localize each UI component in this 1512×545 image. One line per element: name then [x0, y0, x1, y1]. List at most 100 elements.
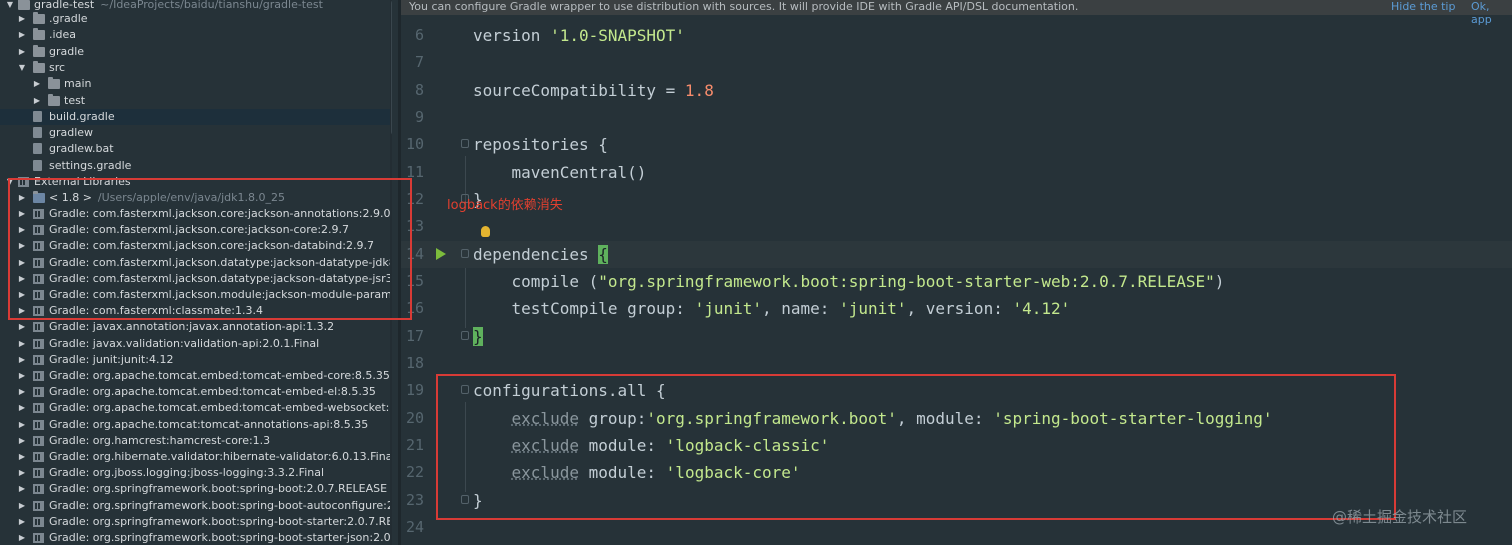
tree-item[interactable]: ▶ main: [0, 76, 392, 92]
library-item[interactable]: ▶ Gradle: org.apache.tomcat.embed:tomcat-…: [0, 368, 392, 384]
library-item[interactable]: ▶ Gradle: org.hibernate.validator:hiberna…: [0, 449, 392, 465]
tree-item[interactable]: gradlew.bat: [0, 141, 392, 157]
library-item[interactable]: ▶ Gradle: org.springframework.boot:spring…: [0, 514, 392, 530]
folder-icon: [33, 28, 45, 41]
library-icon: [33, 403, 44, 414]
library-icon: [33, 484, 44, 495]
scrollbar-thumb[interactable]: [391, 0, 392, 135]
code-line-13[interactable]: 13: [401, 213, 1512, 240]
chevron-right-icon[interactable]: ▶: [17, 11, 27, 27]
code-token: , version:: [906, 299, 1013, 318]
code-line-9[interactable]: 9: [401, 104, 1512, 131]
library-item[interactable]: ▶ Gradle: javax.validation:validation-api…: [0, 336, 392, 352]
fold-toggle-icon[interactable]: [461, 249, 469, 258]
annotation-text: logback的依赖消失: [447, 198, 563, 213]
chevron-right-icon[interactable]: ▶: [17, 465, 27, 481]
chevron-right-icon[interactable]: ▶: [17, 384, 27, 400]
library-label: Gradle: junit:junit:4.12: [49, 352, 174, 366]
tree-item-label: test: [64, 93, 86, 107]
lightbulb-icon[interactable]: [481, 226, 490, 237]
chevron-right-icon[interactable]: ▶: [17, 400, 27, 416]
run-gutter-icon[interactable]: [436, 248, 446, 260]
code-line-12[interactable]: 12 }: [401, 186, 1512, 213]
tree-item-label: src: [49, 60, 66, 74]
code-line-17[interactable]: 17 }: [401, 323, 1512, 350]
project-path: ~/IdeaProjects/baidu/tianshu/gradle-test: [100, 0, 323, 11]
library-label: Gradle: org.apache.tomcat:tomcat-annotat…: [49, 417, 369, 431]
annotation-box-configurations: [436, 374, 1396, 520]
line-number: 7: [414, 53, 424, 71]
library-label: Gradle: javax.validation:validation-api:…: [49, 336, 320, 350]
line-number: 19: [405, 381, 424, 399]
library-label: Gradle: org.apache.tomcat.embed:tomcat-e…: [49, 401, 392, 415]
annotation-box-libraries: [8, 178, 412, 320]
chevron-right-icon[interactable]: ▶: [17, 530, 27, 545]
tree-item-label: gradlew: [49, 126, 94, 140]
folder-icon: [48, 77, 60, 90]
fold-toggle-icon[interactable]: [461, 139, 469, 148]
tree-item-label: main: [64, 77, 92, 91]
tree-item-label: .gradle: [49, 12, 88, 25]
chevron-right-icon[interactable]: ▶: [17, 368, 27, 384]
library-item[interactable]: ▶ Gradle: org.apache.tomcat.embed:tomcat-…: [0, 400, 392, 416]
folder-icon: [33, 12, 45, 24]
code-token: 'junit': [694, 299, 762, 318]
library-label: Gradle: org.springframework.boot:spring-…: [49, 514, 392, 528]
code-line-6[interactable]: 6 version '1.0-SNAPSHOT': [401, 22, 1512, 49]
folder-icon: [48, 93, 60, 106]
line-number: 20: [405, 409, 424, 427]
line-number: 24: [405, 518, 424, 536]
library-item[interactable]: ▶ Gradle: org.apache.tomcat.embed:tomcat-…: [0, 384, 392, 400]
code-line-18[interactable]: 18: [401, 350, 1512, 377]
chevron-right-icon[interactable]: ▶: [17, 352, 27, 368]
chevron-right-icon[interactable]: ▶: [17, 433, 27, 449]
chevron-right-icon[interactable]: ▶: [32, 93, 42, 109]
library-label: Gradle: org.springframework.boot:spring-…: [49, 482, 388, 496]
library-item[interactable]: ▶ Gradle: org.springframework.boot:spring…: [0, 530, 392, 545]
library-icon: [33, 338, 44, 349]
line-number: 6: [414, 26, 424, 44]
chevron-right-icon[interactable]: ▶: [17, 498, 27, 514]
code-token: "org.springframework.boot:spring-boot-st…: [598, 272, 1215, 291]
hide-tip-link[interactable]: Hide the tip: [1391, 0, 1455, 13]
library-label: Gradle: org.apache.tomcat.embed:tomcat-e…: [49, 385, 376, 399]
chevron-right-icon[interactable]: ▶: [17, 319, 27, 335]
chevron-right-icon[interactable]: ▶: [17, 449, 27, 465]
code-token: sourceCompatibility =: [473, 81, 685, 100]
chevron-right-icon[interactable]: ▶: [17, 481, 27, 497]
library-item[interactable]: ▶ Gradle: org.apache.tomcat:tomcat-annota…: [0, 417, 392, 433]
chevron-right-icon[interactable]: ▶: [17, 27, 27, 43]
chevron-right-icon[interactable]: ▶: [17, 514, 27, 530]
code-line-10[interactable]: 10 repositories {: [401, 131, 1512, 158]
code-line-8[interactable]: 8 sourceCompatibility = 1.8: [401, 77, 1512, 104]
file-icon: [33, 159, 42, 171]
tree-item[interactable]: ▼ src: [0, 60, 392, 76]
library-item[interactable]: ▶ Gradle: org.springframework.boot:spring…: [0, 498, 392, 514]
library-item[interactable]: ▶ Gradle: junit:junit:4.12: [0, 352, 392, 368]
library-icon: [33, 387, 44, 398]
tree-item[interactable]: ▶ test: [0, 93, 392, 109]
chevron-down-icon[interactable]: ▼: [17, 60, 27, 76]
code-line-14[interactable]: 14 dependencies {: [401, 241, 1512, 268]
tree-item[interactable]: ▶ .gradle: [0, 11, 392, 27]
code-line-7[interactable]: 7: [401, 49, 1512, 76]
fold-toggle-icon[interactable]: [461, 331, 469, 340]
tree-item[interactable]: ▶ gradle: [0, 44, 392, 60]
chevron-right-icon[interactable]: ▶: [17, 44, 27, 60]
tree-item[interactable]: settings.gradle: [0, 158, 392, 174]
tree-item[interactable]: gradlew: [0, 125, 392, 141]
tree-item[interactable]: build.gradle: [0, 108, 392, 125]
tree-item[interactable]: ▶ .idea: [0, 27, 392, 43]
chevron-right-icon[interactable]: ▶: [17, 417, 27, 433]
chevron-right-icon[interactable]: ▶: [17, 336, 27, 352]
chevron-right-icon[interactable]: ▶: [32, 76, 42, 92]
library-item[interactable]: ▶ Gradle: org.jboss.logging:jboss-logging…: [0, 465, 392, 481]
code-token: dependencies: [473, 245, 599, 264]
line-number: 8: [414, 81, 424, 99]
code-line-16[interactable]: 16 testCompile group: 'junit', name: 'ju…: [401, 295, 1512, 322]
code-line-15[interactable]: 15 compile ("org.springframework.boot:sp…: [401, 268, 1512, 295]
code-line-11[interactable]: 11 mavenCentral(): [401, 159, 1512, 186]
library-item[interactable]: ▶ Gradle: org.springframework.boot:spring…: [0, 481, 392, 497]
library-item[interactable]: ▶ Gradle: org.hamcrest:hamcrest-core:1.3: [0, 433, 392, 449]
library-item[interactable]: ▶ Gradle: javax.annotation:javax.annotati…: [0, 319, 392, 335]
